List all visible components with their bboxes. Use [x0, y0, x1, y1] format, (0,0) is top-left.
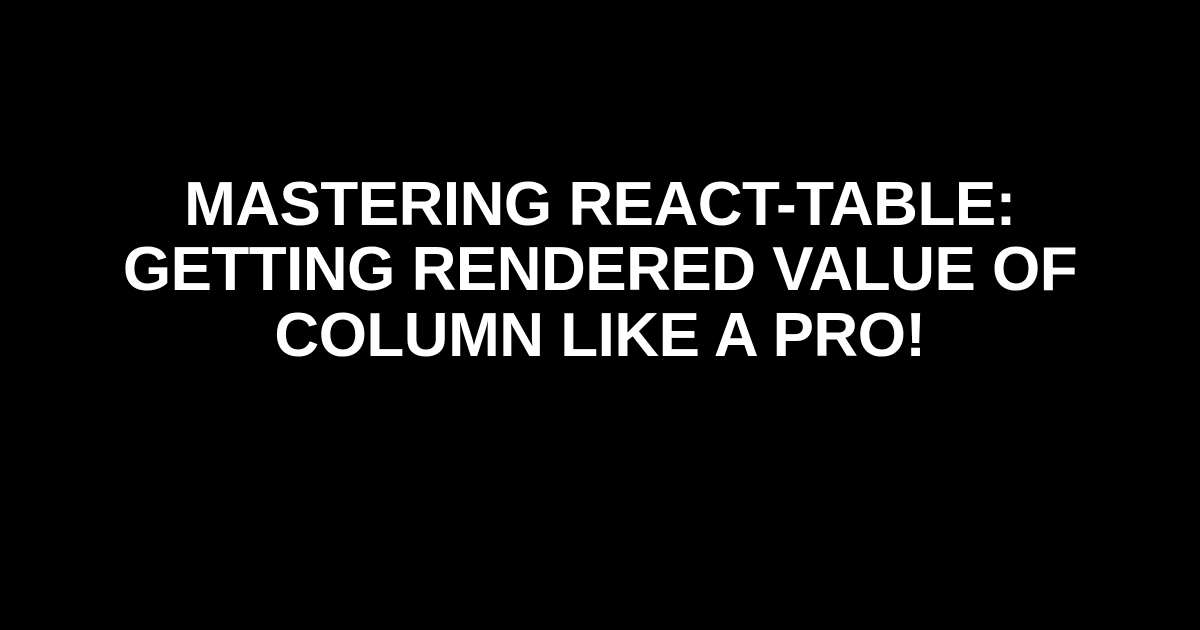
- page-title: MASTERING REACT-TABLE: GETTING RENDERED …: [0, 172, 1200, 367]
